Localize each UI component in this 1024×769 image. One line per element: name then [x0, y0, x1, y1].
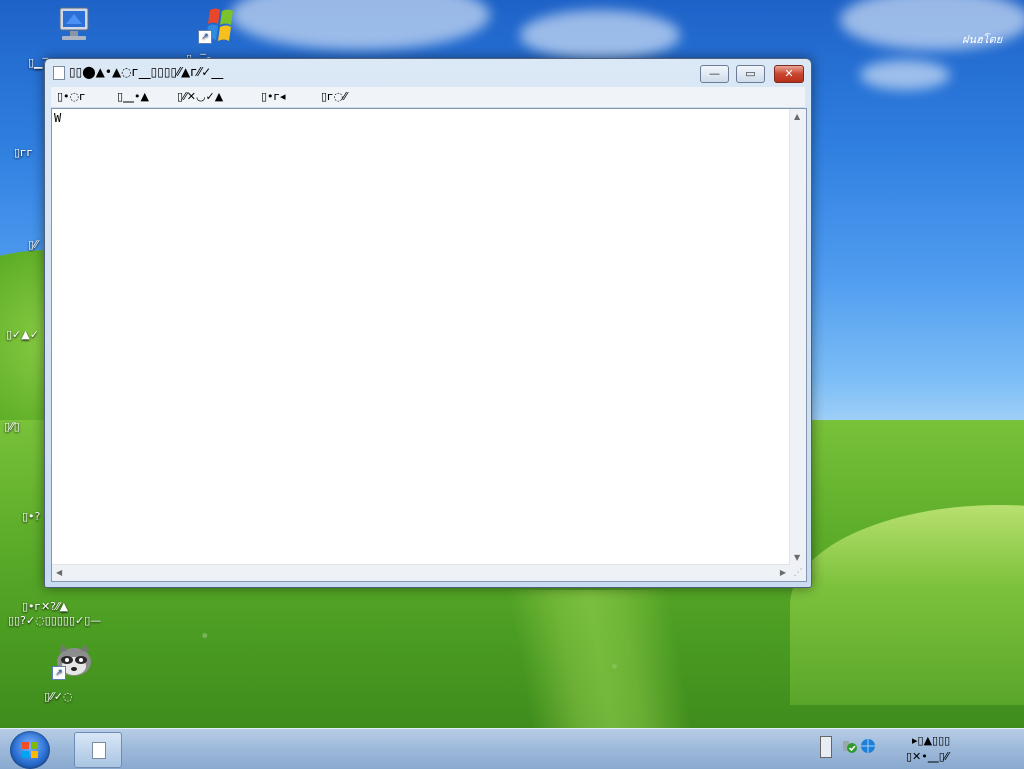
cloud — [860, 60, 950, 90]
tray-clock-time[interactable]: ▸▯▲▯▯▯ — [912, 734, 950, 747]
menu-bar: ▯•◌ᴦ ▯⎽•▲ ▯⁄⁄✕◡✓▲ ▯•ᴦ◂ ▯ᴦ◌⁄⁄ — [51, 87, 805, 108]
desktop-icon-label[interactable]: ▯ᴦᴦ — [14, 146, 33, 159]
desktop-icon-label[interactable]: ▯•? — [22, 510, 40, 523]
desktop-icon-computer[interactable] — [44, 6, 104, 46]
desktop-icon-label[interactable]: ▯•ᴦ✕?⁄⁄▲ — [22, 600, 68, 613]
cloud — [230, 0, 490, 50]
desktop-icon-label[interactable]: ▯✓▲✓ — [6, 328, 39, 341]
desktop-icon-raccoon-shortcut[interactable]: ↗ — [44, 640, 104, 680]
raccoon-icon: ↗ — [52, 640, 96, 680]
security-check-icon[interactable] — [842, 738, 857, 753]
close-button[interactable]: ✕ — [774, 65, 804, 83]
resize-grip-icon[interactable]: ⋰ — [790, 565, 806, 581]
computer-icon — [52, 6, 96, 46]
close-icon: ✕ — [784, 67, 794, 80]
window-title: ▯▯⬤▲•▲◌ᴦ⎽▯▯▯▯⁄⁄▲ᴦ⁄⁄✓⎽ — [69, 65, 224, 79]
desktop-icon-label: ▯⁄⁄✓◌ — [44, 690, 73, 703]
text-area[interactable]: W ▲ ▼ ◀ ▶ ⋰ — [51, 108, 807, 582]
windows-logo-icon — [22, 742, 38, 758]
windows-logo-icon: ↗ — [198, 4, 242, 44]
scroll-left-icon[interactable]: ◀ — [56, 568, 62, 577]
menu-file[interactable]: ▯•◌ᴦ — [57, 90, 86, 103]
taskbar-item-text-editor[interactable] — [74, 732, 122, 768]
maximize-icon: ▭ — [745, 67, 756, 80]
desktop-icon-label[interactable]: ▯⁄⁄▯ — [4, 420, 20, 433]
document-icon — [92, 742, 106, 759]
scroll-down-icon[interactable]: ▼ — [794, 553, 800, 562]
desktop-icon-windows-shortcut[interactable]: ↗ — [190, 4, 250, 44]
tray-clock-date[interactable]: ▯✕•⎽▯⁄⁄ — [906, 750, 949, 764]
menu-view[interactable]: ▯•ᴦ◂ — [261, 90, 285, 103]
menu-format[interactable]: ▯⁄⁄✕◡✓▲ — [177, 90, 223, 103]
desktop-icon-label[interactable]: ▯▯?✓◌▯▯▯▯▯✓▯— — [8, 614, 101, 627]
shortcut-arrow-icon: ↗ — [198, 30, 212, 44]
wallpaper-watermark: ฝนฮโตย — [962, 33, 1003, 46]
minimize-button[interactable]: — — [700, 65, 729, 83]
text-editor-window[interactable]: ▯▯⬤▲•▲◌ᴦ⎽▯▯▯▯⁄⁄▲ᴦ⁄⁄✓⎽ — ▭ ✕ ▯•◌ᴦ ▯⎽•▲ ▯⁄… — [44, 58, 812, 588]
cloud — [520, 10, 680, 60]
desktop-icon-label[interactable]: ▯⁄⁄ — [28, 238, 38, 251]
menu-edit[interactable]: ▯⎽•▲ — [117, 90, 149, 104]
scroll-up-icon[interactable]: ▲ — [794, 112, 800, 121]
menu-help[interactable]: ▯ᴦ◌⁄⁄ — [321, 90, 347, 103]
horizontal-scrollbar[interactable]: ◀ ▶ — [52, 564, 790, 581]
shortcut-arrow-icon: ↗ — [52, 666, 66, 680]
maximize-button[interactable]: ▭ — [736, 65, 765, 83]
editor-content: W — [54, 111, 62, 125]
window-titlebar[interactable]: ▯▯⬤▲•▲◌ᴦ⎽▯▯▯▯⁄⁄▲ᴦ⁄⁄✓⎽ — ▭ ✕ — [45, 59, 811, 85]
network-globe-icon[interactable] — [860, 738, 875, 753]
grass-path — [507, 590, 693, 728]
minimize-icon: — — [709, 67, 720, 80]
vertical-scrollbar[interactable]: ▲ ▼ — [789, 109, 806, 565]
usb-device-icon[interactable] — [820, 736, 832, 758]
document-icon — [53, 66, 65, 80]
start-button[interactable] — [10, 731, 50, 769]
scroll-right-icon[interactable]: ▶ — [780, 568, 786, 577]
